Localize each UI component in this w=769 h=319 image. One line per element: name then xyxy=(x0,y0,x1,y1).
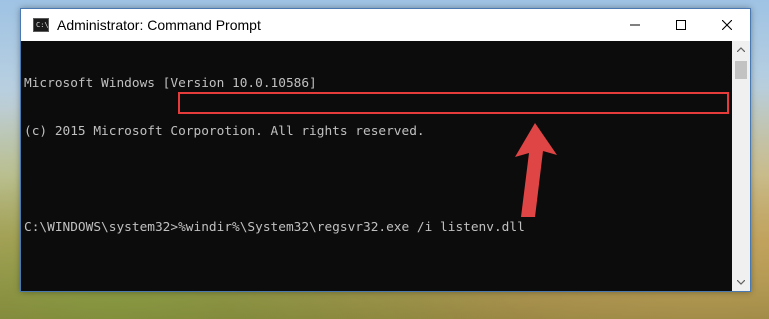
scroll-up-arrow-icon xyxy=(737,47,745,52)
scroll-thumb[interactable] xyxy=(735,61,747,79)
cmd-icon-glyph: C:\ xyxy=(36,21,49,29)
console-line: (c) 2015 Microsoft Corporotion. All righ… xyxy=(24,124,425,139)
window-title: Administrator: Command Prompt xyxy=(57,17,261,33)
minimize-icon xyxy=(630,24,640,26)
close-icon xyxy=(722,20,732,30)
desktop-background: C:\ Administrator: Command Prompt Micros… xyxy=(0,0,769,319)
scroll-down-button[interactable] xyxy=(732,274,750,291)
scroll-down-arrow-icon xyxy=(737,280,745,285)
command-highlight-box xyxy=(178,92,729,114)
scroll-up-button[interactable] xyxy=(732,41,750,58)
red-arrow-icon xyxy=(515,123,557,217)
console-command-line: C:\WINDOWS\system32>%windir%\System32\re… xyxy=(24,220,525,235)
maximize-icon xyxy=(676,20,686,30)
maximize-button[interactable] xyxy=(658,9,704,41)
cmd-icon: C:\ xyxy=(33,18,49,32)
vertical-scrollbar[interactable] xyxy=(732,41,750,291)
minimize-button[interactable] xyxy=(612,9,658,41)
console-line: Microsoft Windows [Version 10.0.10586] xyxy=(24,76,317,91)
command-prompt-window[interactable]: C:\ Administrator: Command Prompt Micros… xyxy=(20,8,751,292)
title-bar[interactable]: C:\ Administrator: Command Prompt xyxy=(21,9,750,41)
console-text: Microsoft Windows [Version 10.0.10586] (… xyxy=(24,44,525,268)
close-button[interactable] xyxy=(704,9,750,41)
console-output[interactable]: Microsoft Windows [Version 10.0.10586] (… xyxy=(21,41,732,291)
